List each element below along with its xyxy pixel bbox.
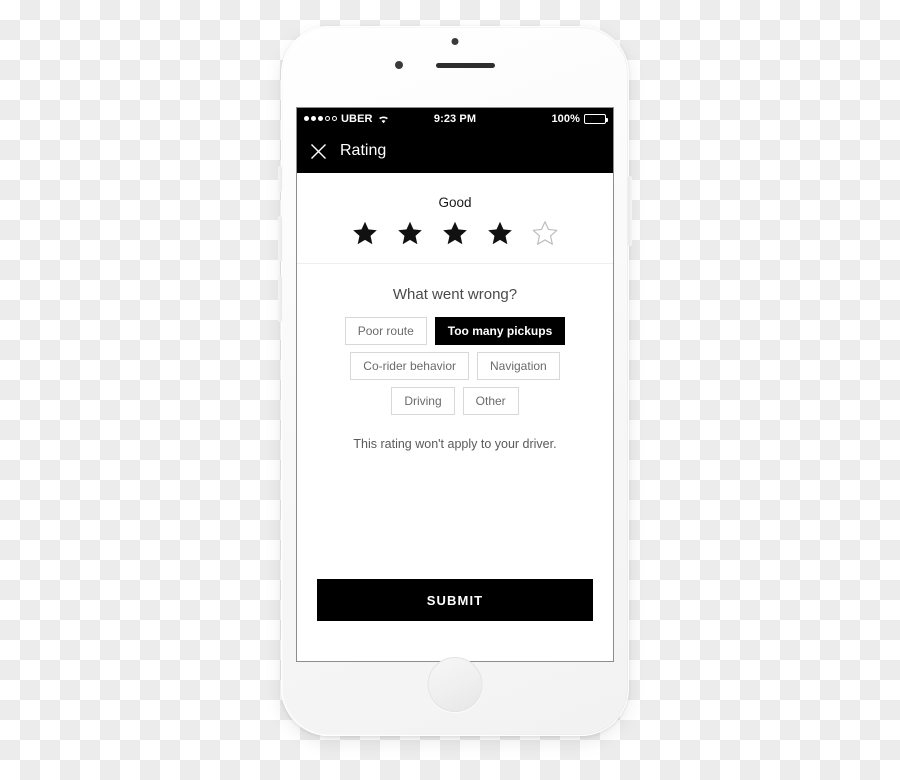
front-camera-icon	[451, 38, 459, 45]
signal-strength-icon	[304, 116, 337, 121]
page-title: Rating	[340, 142, 387, 159]
feedback-chip-row: Co-rider behavior Navigation	[297, 352, 613, 380]
chip-co-rider-behavior[interactable]: Co-rider behavior	[350, 352, 469, 380]
home-button[interactable]	[427, 657, 483, 712]
volume-down-button[interactable]	[278, 276, 282, 322]
battery-icon	[584, 113, 608, 124]
silent-switch[interactable]	[278, 166, 282, 192]
rating-label: Good	[438, 195, 472, 210]
chip-other[interactable]: Other	[462, 387, 519, 415]
submit-button[interactable]: SUBMIT	[317, 579, 593, 621]
power-button[interactable]	[628, 176, 632, 246]
earpiece-speaker-icon	[436, 63, 495, 68]
submit-area: SUBMIT	[317, 579, 593, 621]
star-outline-icon[interactable]	[532, 220, 558, 246]
chip-poor-route[interactable]: Poor route	[344, 317, 427, 345]
battery-percent-label: 100%	[551, 112, 580, 125]
star-filled-icon[interactable]	[397, 220, 423, 246]
rating-disclaimer: This rating won't apply to your driver.	[353, 437, 557, 451]
star-rating[interactable]	[297, 220, 613, 246]
carrier-label: UBER	[341, 112, 373, 125]
feedback-question: What went wrong?	[392, 286, 518, 303]
phone-screen: UBER 9:23 PM 100% Rating Good What went …	[297, 108, 613, 661]
star-filled-icon[interactable]	[442, 220, 468, 246]
close-icon[interactable]	[310, 143, 327, 160]
chip-navigation[interactable]: Navigation	[477, 352, 560, 380]
status-bar-left: UBER	[304, 113, 390, 125]
star-filled-icon[interactable]	[352, 220, 378, 246]
feedback-chip-row: Driving Other	[297, 387, 613, 415]
feedback-chip-row: Poor route Too many pickups	[297, 317, 613, 345]
volume-up-button[interactable]	[278, 216, 282, 262]
feedback-section: What went wrong? Poor route Too many pic…	[297, 286, 613, 451]
nav-bar: Rating	[297, 129, 613, 173]
rating-section: Good	[297, 173, 613, 264]
chip-driving[interactable]: Driving	[391, 387, 455, 415]
star-filled-icon[interactable]	[487, 220, 513, 246]
phone-device: UBER 9:23 PM 100% Rating Good What went …	[278, 26, 632, 736]
chip-too-many-pickups[interactable]: Too many pickups	[434, 317, 566, 345]
wifi-icon	[377, 114, 390, 124]
proximity-sensor-icon	[395, 61, 403, 69]
status-bar: UBER 9:23 PM 100%	[297, 108, 613, 129]
status-bar-right: 100%	[551, 112, 608, 125]
